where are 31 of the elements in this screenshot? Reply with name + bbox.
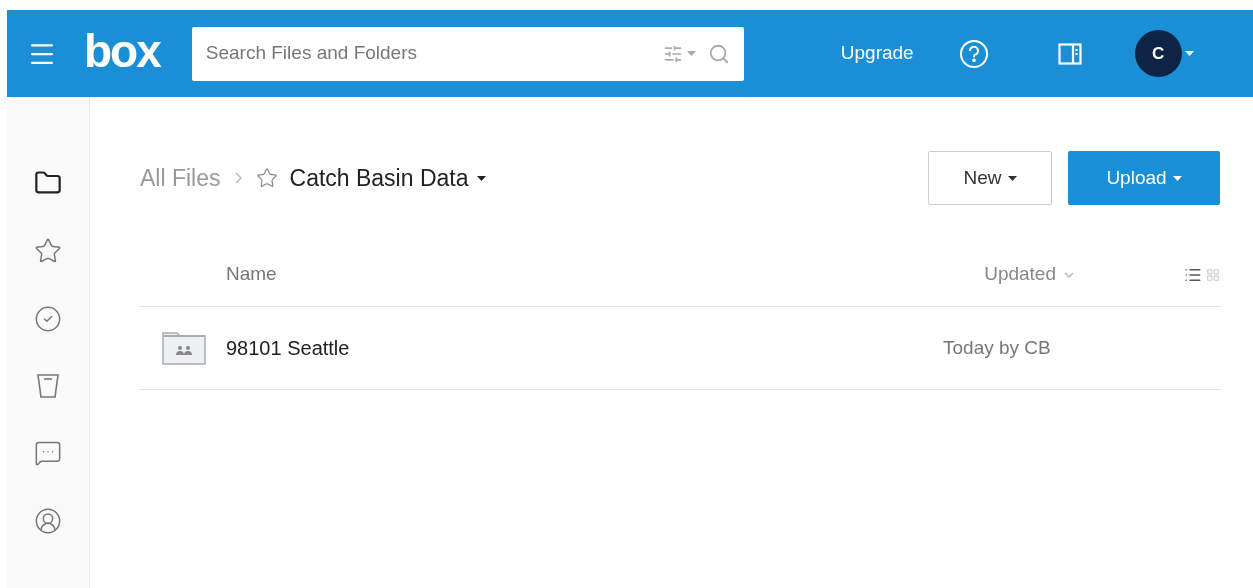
help-icon[interactable] [959, 39, 988, 68]
caret-icon [1184, 51, 1194, 56]
filter-icon[interactable] [662, 43, 696, 64]
caret-icon [1007, 175, 1017, 181]
chevron-right-icon [234, 172, 242, 184]
folder-title[interactable]: Catch Basin Data [289, 160, 486, 196]
table-cell-text: Today by CB [943, 335, 1052, 360]
star-icon[interactable] [34, 237, 62, 265]
file-name[interactable]: 98101 Seattle [226, 333, 350, 363]
search-bar[interactable]: Search Files and Folders [191, 26, 744, 81]
column-header[interactable]: Name [226, 260, 277, 289]
caret-icon [686, 51, 696, 56]
trash-icon[interactable] [36, 373, 60, 399]
upload-button[interactable]: Upload [1068, 151, 1220, 205]
new-button[interactable]: New [928, 151, 1052, 205]
search-field[interactable]: Search Files and Folders [205, 39, 663, 68]
upgrade-link[interactable]: Upgrade [840, 39, 914, 68]
caret-icon [476, 175, 486, 181]
star-icon[interactable] [255, 167, 278, 189]
search-icon[interactable] [707, 42, 730, 65]
shared-folder-icon [162, 331, 206, 365]
user-icon[interactable] [34, 507, 62, 535]
chat-icon[interactable] [34, 439, 62, 467]
chevron-down-icon [1064, 271, 1074, 278]
avatar[interactable]: C [1134, 30, 1182, 77]
column-header[interactable]: Updated [984, 260, 1074, 289]
breadcrumb-link[interactable]: All Files [140, 160, 221, 196]
caret-icon [1172, 175, 1182, 181]
side-panel-icon[interactable] [1057, 42, 1082, 65]
logo: box [84, 27, 160, 79]
tasks-icon[interactable] [34, 305, 62, 333]
